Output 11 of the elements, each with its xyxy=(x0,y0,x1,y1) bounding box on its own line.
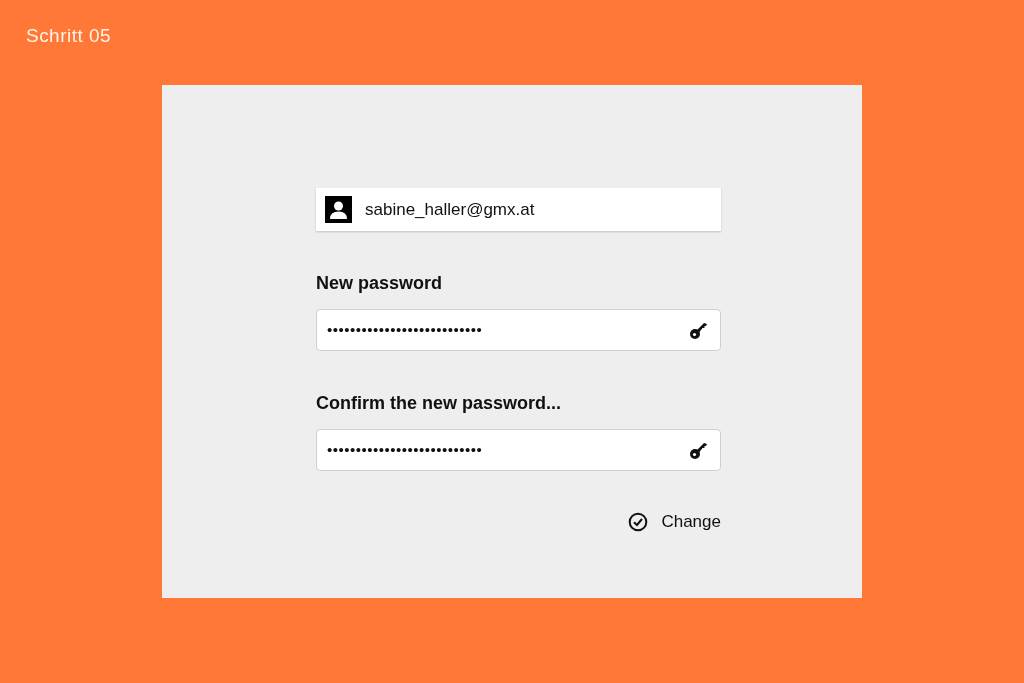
password-field[interactable]: ••••••••••••••••••••••••••• xyxy=(316,309,721,351)
step-label: Schritt 05 xyxy=(26,25,111,46)
check-circle-icon xyxy=(628,511,649,532)
user-icon xyxy=(325,196,352,223)
change-button[interactable]: Change xyxy=(628,509,721,535)
password-field[interactable]: ••••••••••••••••••••••••••• xyxy=(316,429,721,471)
field-label: New password xyxy=(316,272,444,295)
key-icon xyxy=(689,440,709,460)
email-text: sabine_haller@gmx.at xyxy=(365,198,535,221)
field-label: Confirm the new password... xyxy=(316,392,563,415)
key-icon xyxy=(689,320,709,340)
